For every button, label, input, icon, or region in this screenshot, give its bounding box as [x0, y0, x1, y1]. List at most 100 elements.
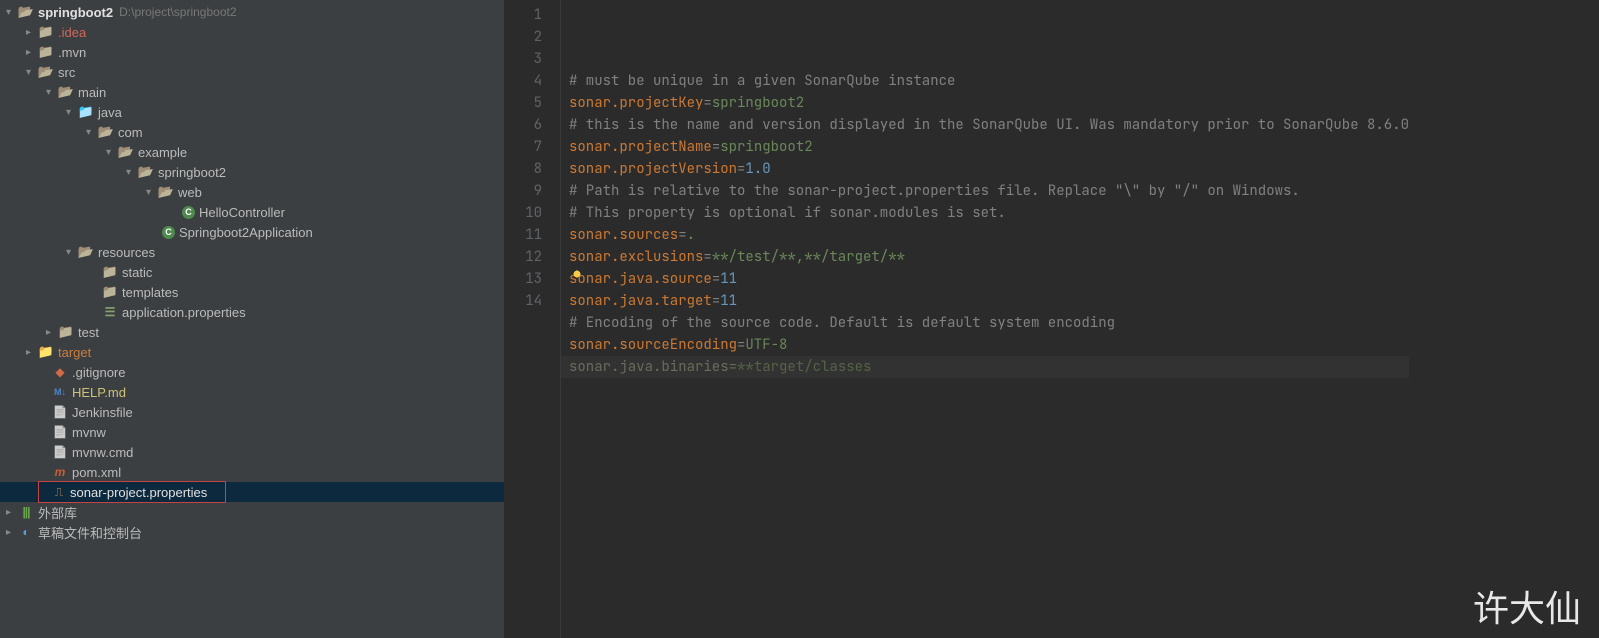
tree-resources[interactable]: resources	[0, 242, 504, 262]
tree-mvn[interactable]: .mvn	[0, 42, 504, 62]
scratch-icon	[18, 524, 34, 540]
chevron-down-icon	[106, 147, 116, 158]
folder-icon	[38, 344, 54, 360]
tree-pom[interactable]: pom.xml	[0, 462, 504, 482]
file-icon	[52, 404, 68, 420]
tree-springboot2-pkg[interactable]: springboot2	[0, 162, 504, 182]
tree-gitignore[interactable]: .gitignore	[0, 362, 504, 382]
tree-idea[interactable]: .idea	[0, 22, 504, 42]
library-icon	[18, 504, 34, 520]
code-line[interactable]: sonar.java.source=11	[569, 268, 1409, 290]
tree-src[interactable]: src	[0, 62, 504, 82]
chevron-right-icon	[6, 527, 16, 538]
project-tree[interactable]: springboot2 D:\project\springboot2 .idea…	[0, 0, 505, 638]
tree-web[interactable]: web	[0, 182, 504, 202]
tree-label: sonar-project.properties	[70, 485, 207, 500]
code-line[interactable]: # must be unique in a given SonarQube in…	[569, 70, 1409, 92]
tree-sonar-properties[interactable]: sonar-project.properties	[0, 482, 504, 502]
tree-example[interactable]: example	[0, 142, 504, 162]
code-line[interactable]: sonar.sourceEncoding=UTF-8	[569, 334, 1409, 356]
code-line[interactable]: sonar.exclusions=**/test/**,**/target/**	[569, 246, 1409, 268]
folder-icon	[118, 144, 134, 160]
tree-label: static	[122, 265, 152, 280]
tree-label: HelloController	[199, 205, 285, 220]
tree-label: .mvn	[58, 45, 86, 60]
folder-icon	[102, 284, 118, 300]
class-icon	[182, 206, 195, 219]
tree-hello-controller[interactable]: HelloController	[0, 202, 504, 222]
tree-app-properties[interactable]: application.properties	[0, 302, 504, 322]
tree-mvnw-cmd[interactable]: mvnw.cmd	[0, 442, 504, 462]
folder-icon	[38, 64, 54, 80]
tree-mvnw[interactable]: mvnw	[0, 422, 504, 442]
tree-label: .idea	[58, 25, 86, 40]
tree-label: resources	[98, 245, 155, 260]
tree-test[interactable]: test	[0, 322, 504, 342]
chevron-right-icon	[26, 347, 36, 358]
git-icon	[52, 364, 68, 380]
tree-main[interactable]: main	[0, 82, 504, 102]
folder-icon	[98, 124, 114, 140]
chevron-down-icon	[126, 167, 136, 178]
folder-icon	[18, 4, 34, 20]
code-line[interactable]: sonar.sources=.	[569, 224, 1409, 246]
tree-label: 草稿文件和控制台	[38, 523, 142, 542]
tree-label: springboot2	[158, 165, 226, 180]
tree-jenkinsfile[interactable]: Jenkinsfile	[0, 402, 504, 422]
tree-java[interactable]: java	[0, 102, 504, 122]
file-icon	[52, 424, 68, 440]
tree-target[interactable]: target	[0, 342, 504, 362]
tree-external-libs[interactable]: 外部库	[0, 502, 504, 522]
chevron-right-icon	[46, 327, 56, 338]
tree-project-root[interactable]: springboot2 D:\project\springboot2	[0, 2, 504, 22]
tree-label: example	[138, 145, 187, 160]
code-line[interactable]: # Path is relative to the sonar-project.…	[569, 180, 1409, 202]
tree-label: target	[58, 345, 91, 360]
tree-label: main	[78, 85, 106, 100]
chevron-down-icon	[146, 187, 156, 198]
editor-code[interactable]: # must be unique in a given SonarQube in…	[561, 0, 1409, 638]
properties-icon	[102, 304, 118, 320]
code-line[interactable]: sonar.java.binaries=**target/classes	[561, 356, 1409, 378]
tree-label: src	[58, 65, 75, 80]
tree-static[interactable]: static	[0, 262, 504, 282]
class-icon	[162, 226, 175, 239]
tree-templates[interactable]: templates	[0, 282, 504, 302]
tree-label: mvnw	[72, 425, 106, 440]
code-line[interactable]: sonar.projectName=springboot2	[569, 136, 1409, 158]
tree-scratches[interactable]: 草稿文件和控制台	[0, 522, 504, 542]
tree-label: java	[98, 105, 122, 120]
code-line[interactable]: # This property is optional if sonar.mod…	[569, 202, 1409, 224]
folder-icon	[102, 264, 118, 280]
code-line[interactable]: sonar.java.target=11	[569, 290, 1409, 312]
tree-label: springboot2	[38, 5, 113, 20]
chevron-down-icon	[46, 87, 56, 98]
file-icon	[52, 444, 68, 460]
tree-label: .gitignore	[72, 365, 125, 380]
editor-gutter: 1234567891011121314	[505, 0, 561, 638]
folder-icon	[38, 24, 54, 40]
tree-springboot2-app[interactable]: Springboot2Application	[0, 222, 504, 242]
tree-label: 外部库	[38, 503, 77, 522]
folder-icon	[58, 84, 74, 100]
folder-icon	[78, 244, 94, 260]
folder-icon	[58, 324, 74, 340]
folder-icon	[38, 44, 54, 60]
code-line[interactable]: # this is the name and version displayed…	[569, 114, 1409, 136]
intention-bulb-icon[interactable]	[571, 268, 583, 280]
tree-label: test	[78, 325, 99, 340]
chevron-down-icon	[66, 107, 76, 118]
maven-icon	[52, 464, 68, 480]
folder-icon	[158, 184, 174, 200]
code-line[interactable]: sonar.projectVersion=1.0	[569, 158, 1409, 180]
editor-area[interactable]: 1234567891011121314 # must be unique in …	[505, 0, 1599, 638]
tree-label: pom.xml	[72, 465, 121, 480]
tree-help-md[interactable]: HELP.md	[0, 382, 504, 402]
code-line[interactable]: sonar.projectKey=springboot2	[569, 92, 1409, 114]
chevron-right-icon	[6, 507, 16, 518]
tree-label: templates	[122, 285, 178, 300]
code-line[interactable]: # Encoding of the source code. Default i…	[569, 312, 1409, 334]
tree-label: Jenkinsfile	[72, 405, 133, 420]
tree-com[interactable]: com	[0, 122, 504, 142]
folder-icon	[78, 104, 94, 120]
